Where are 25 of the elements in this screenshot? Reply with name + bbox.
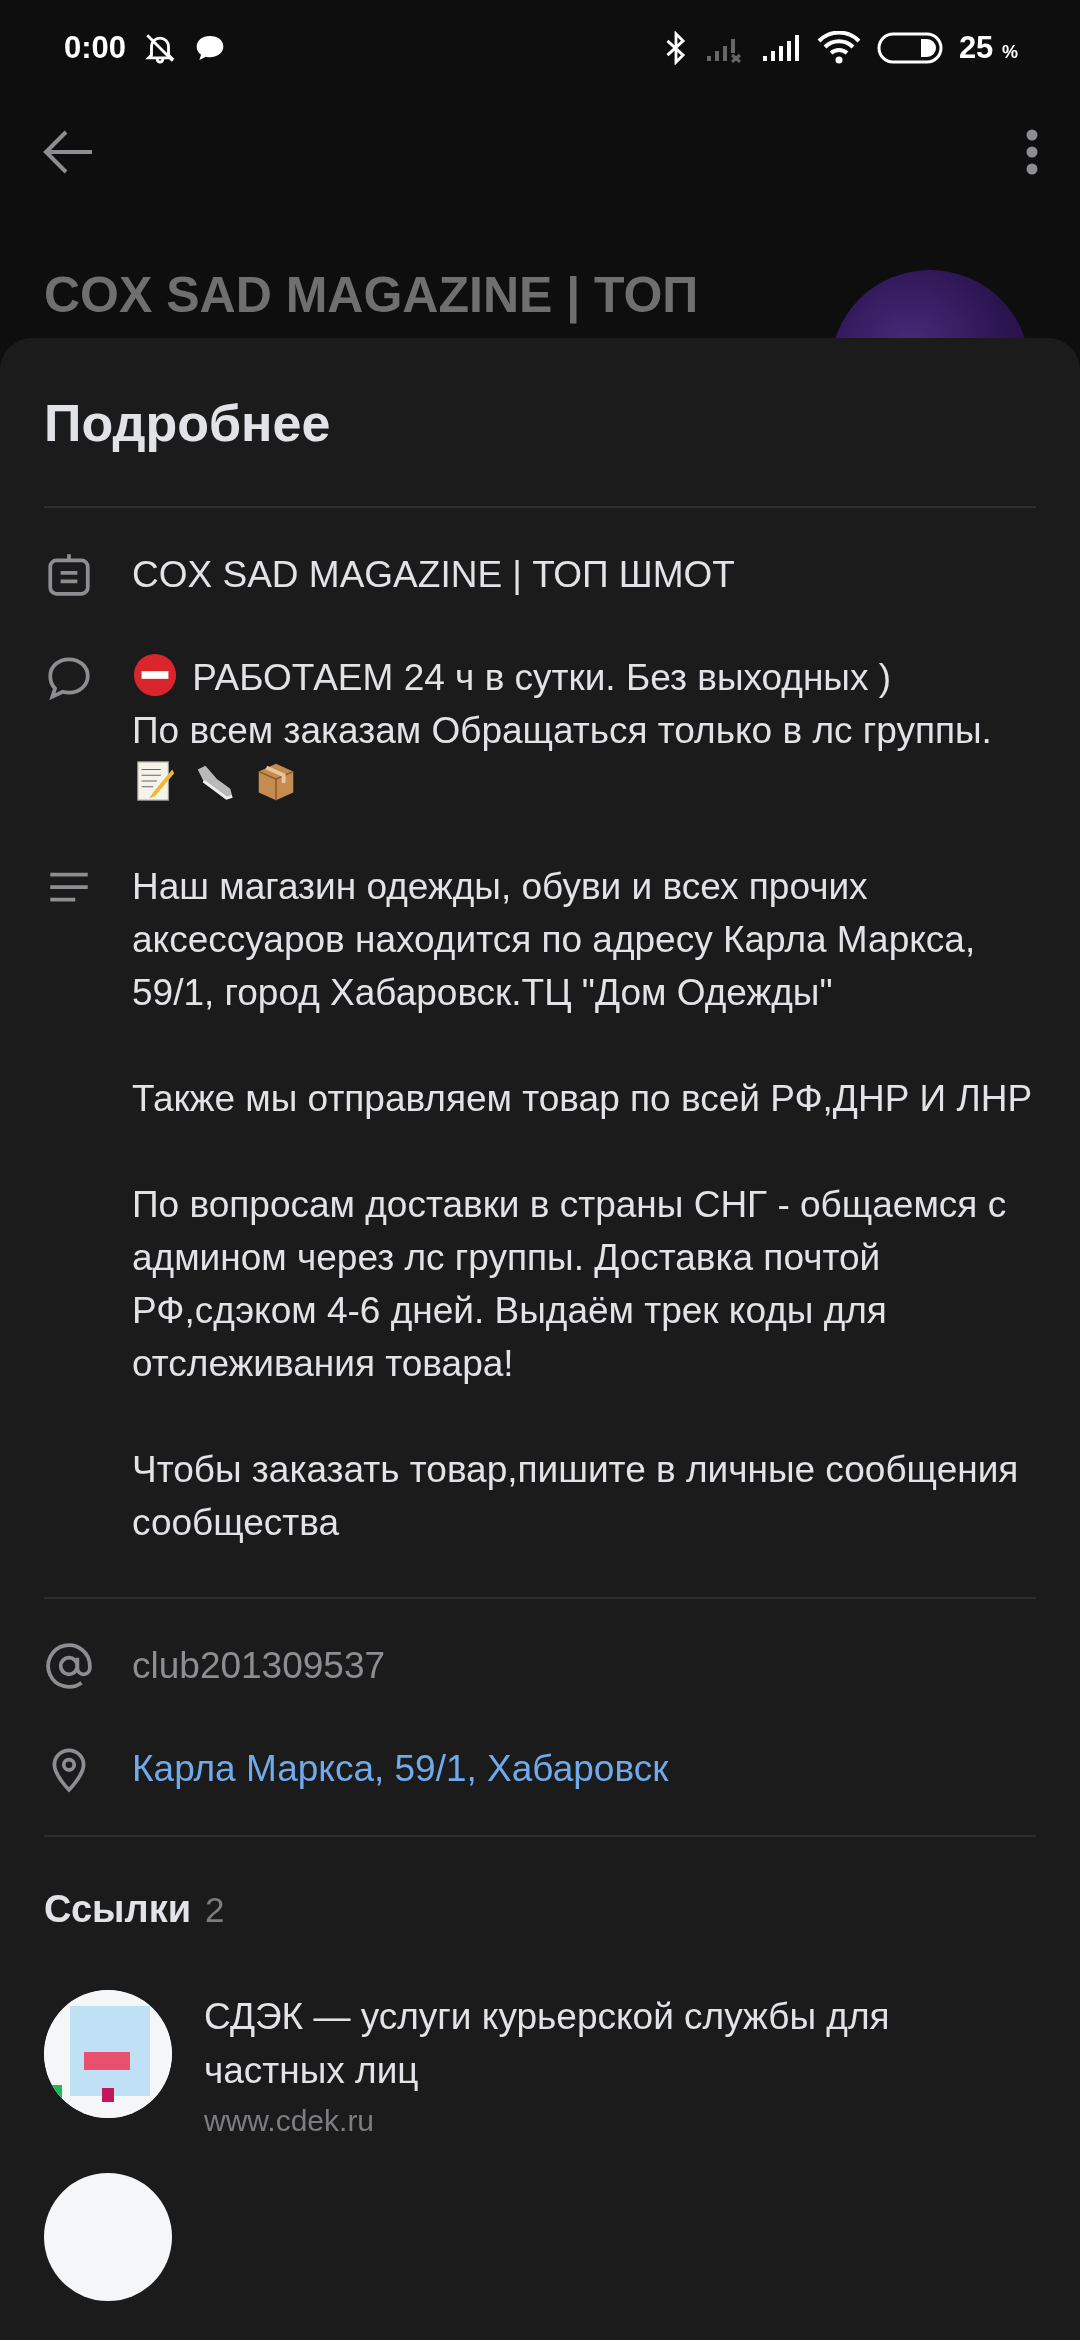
at-sign-icon — [44, 1641, 94, 1691]
battery-icon — [876, 31, 943, 65]
battery-percent: 25 — [958, 29, 994, 65]
links-count: 2 — [205, 1889, 225, 1931]
link-title[interactable]: СДЭК — услуги курьерской службы для частных лиц — [204, 1990, 1036, 2098]
description-paragraph: Также мы отправляем товар по всей РФ,ДНР И ЛНР — [132, 1077, 1034, 1121]
no-entry-icon — [132, 652, 178, 698]
section-title: Ссылки — [44, 1887, 192, 1932]
group-title: COX SAD MAGAZINE | ТОП — [44, 266, 700, 326]
signal-icon — [760, 33, 801, 63]
status-text: По всем заказам Обращаться только в лс группы. — [132, 710, 992, 751]
link-thumbnail[interactable] — [44, 1990, 172, 2118]
sheet-title: Подробнее — [44, 393, 331, 454]
link-url: www.cdek.ru — [204, 2103, 376, 2139]
status-text: РАБОТАЕМ 24 ч в сутки. Без выходных ) — [192, 657, 892, 698]
clock-time: 0:00 — [64, 28, 127, 67]
more-options-icon[interactable] — [1024, 127, 1040, 177]
wifi-icon — [816, 31, 861, 65]
description-paragraph: По вопросам доставки в страны СНГ - общаемся с админом через лс группы. Доставка почтой РФ,сдэком 4-6 дней. Выдаём трек коды для отслеживания товара! — [132, 1183, 1008, 1386]
short-address: club201309537 — [132, 1644, 386, 1688]
group-name: COX SAD MAGAZINE | ТОП ШМОТ — [132, 553, 735, 597]
description-paragraph: Чтобы заказать товар,пишите в личные сообщения сообщества — [132, 1448, 1020, 1545]
description-paragraph: Наш магазин одежды, обуви и всех прочих аксессуаров находится по адресу Карла Маркса, 59/1, город Хабаровск.ТЦ "Дом Одежды" — [132, 865, 977, 1015]
percent-sign: % — [1002, 41, 1018, 62]
address-link[interactable]: Карла Маркса, 59/1, Хабаровск — [132, 1742, 669, 1795]
